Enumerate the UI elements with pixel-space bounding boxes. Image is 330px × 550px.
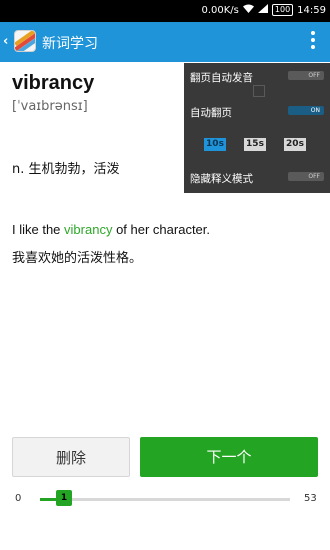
auto-pronounce-toggle[interactable]: OFF bbox=[288, 71, 324, 80]
interval-10s-button[interactable]: 10s bbox=[204, 138, 226, 151]
example-translation: 我喜欢她的活泼性格。 bbox=[12, 251, 143, 266]
signal-icon bbox=[257, 4, 268, 16]
auto-page-label: 自动翻页 bbox=[190, 107, 232, 119]
status-bar: 0.00K/s 100 14:59 bbox=[0, 0, 330, 22]
auto-page-toggle[interactable]: ON bbox=[288, 106, 324, 115]
auto-pronounce-label: 翻页自动发音 bbox=[190, 72, 253, 84]
progress-slider[interactable] bbox=[40, 498, 290, 501]
example-sentence: I like the vibrancy of her character. bbox=[12, 222, 210, 237]
hide-definition-label: 隐藏释义模式 bbox=[190, 173, 253, 185]
speaker-icon bbox=[253, 85, 265, 97]
action-bar: ‹ 新词学习 bbox=[0, 22, 330, 62]
hide-definition-toggle[interactable]: OFF bbox=[288, 172, 324, 181]
app-logo-icon[interactable] bbox=[14, 30, 36, 52]
word-definition: n. 生机勃勃，活泼 bbox=[12, 162, 120, 177]
word-headword: vibrancy bbox=[12, 72, 95, 94]
settings-popup: 翻页自动发音 OFF 自动翻页 ON 10s 15s 20s 隐藏释义模式 OF… bbox=[184, 63, 330, 193]
slider-max-label: 53 bbox=[304, 493, 317, 504]
example-before: I like the bbox=[12, 222, 65, 237]
back-chevron-icon[interactable]: ‹ bbox=[3, 34, 8, 49]
battery-icon: 100 bbox=[271, 4, 294, 16]
delete-button[interactable]: 删除 bbox=[12, 437, 130, 477]
slider-min-label: 0 bbox=[15, 493, 22, 504]
example-after: of her character. bbox=[112, 222, 211, 237]
overflow-menu-icon[interactable] bbox=[310, 31, 316, 49]
clock: 14:59 bbox=[297, 4, 326, 16]
interval-20s-button[interactable]: 20s bbox=[284, 138, 306, 151]
example-highlight: vibrancy bbox=[64, 222, 113, 237]
next-button[interactable]: 下一个 bbox=[140, 437, 318, 477]
network-speed: 0.00K/s bbox=[201, 4, 239, 16]
slider-thumb[interactable]: 1 bbox=[56, 490, 72, 506]
wifi-icon bbox=[242, 4, 254, 16]
interval-15s-button[interactable]: 15s bbox=[244, 138, 266, 151]
word-phonetic: [ˈvaɪbrənsɪ] bbox=[12, 99, 88, 114]
page-title: 新词学习 bbox=[42, 36, 98, 52]
